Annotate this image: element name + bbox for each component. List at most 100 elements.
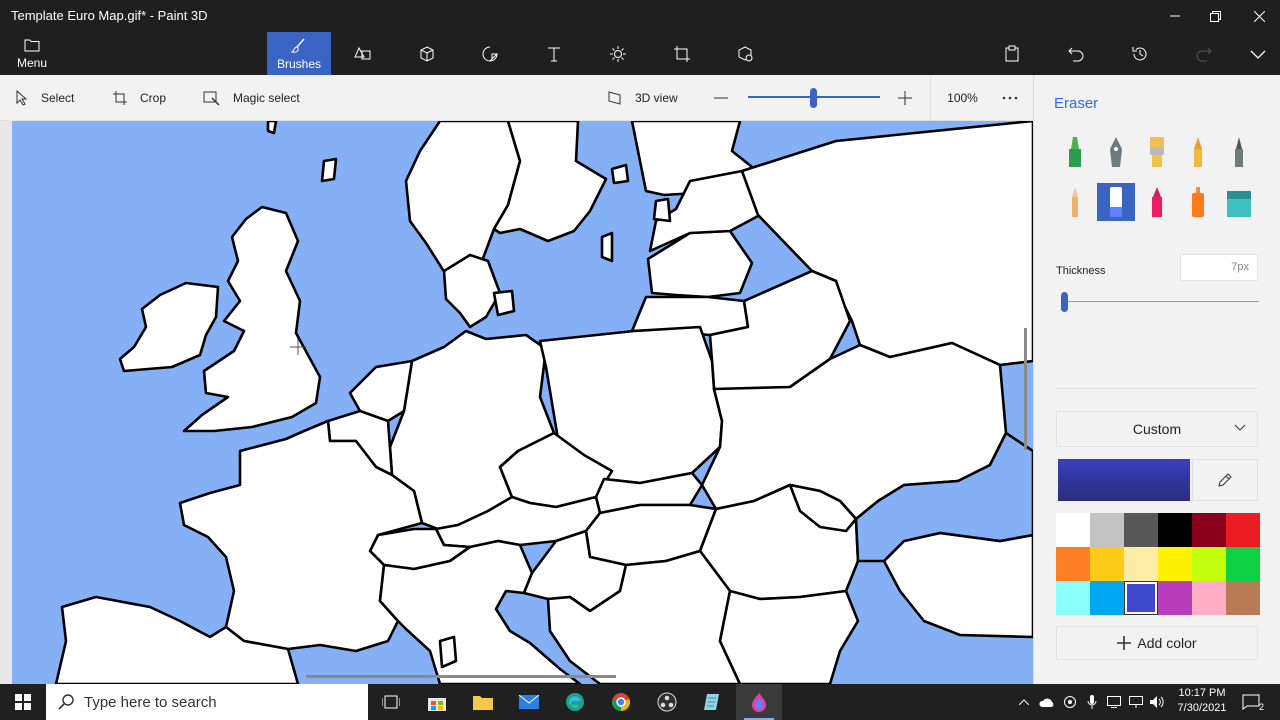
onedrive-tray[interactable] [1036,684,1058,720]
thickness-slider-track[interactable] [1064,301,1259,302]
plus-icon [898,91,912,105]
tool-stickers[interactable] [458,32,522,75]
3d-view-icon [608,91,621,105]
add-color-button[interactable]: Add color [1056,626,1258,660]
color-swatch[interactable] [1158,547,1192,581]
history-icon [1132,46,1147,60]
close-button[interactable] [1236,0,1280,32]
chevron-up-icon [1019,699,1029,705]
pixel-pen-brush[interactable] [1220,133,1258,171]
tool-effects[interactable] [586,32,650,75]
crop-button[interactable]: Crop [112,75,166,121]
taskbar-search[interactable]: Type here to search [46,684,368,720]
tool-2d-shapes[interactable] [331,32,395,75]
vertical-scrollbar[interactable] [1024,328,1027,450]
edge-app[interactable] [552,684,598,720]
magic-select-button[interactable]: Magic select [203,75,300,121]
notepad-app[interactable] [690,684,736,720]
oil-brush[interactable] [1138,133,1176,171]
eyedropper-button[interactable] [1192,459,1258,501]
color-swatch[interactable] [1158,513,1192,547]
tool-3d-library[interactable] [713,32,777,75]
marker-brush[interactable] [1056,133,1094,171]
history-button[interactable] [1108,32,1172,75]
horizontal-scrollbar[interactable] [306,675,616,678]
color-swatch[interactable] [1226,547,1260,581]
color-swatch[interactable] [1124,547,1158,581]
store-app[interactable] [414,684,460,720]
paste-icon [1005,45,1019,61]
color-swatch[interactable] [1158,581,1192,615]
more-options-button[interactable] [1000,75,1020,121]
file-explorer-app[interactable] [460,684,506,720]
color-swatch[interactable] [1056,547,1090,581]
obs-app[interactable] [644,684,690,720]
color-mode-dropdown[interactable]: Custom [1056,411,1258,447]
color-swatch[interactable] [1192,513,1226,547]
color-swatch[interactable] [1226,513,1260,547]
color-swatch[interactable] [1192,581,1226,615]
color-swatch[interactable] [1090,547,1124,581]
menu-button[interactable]: Menu [8,32,56,75]
mail-app[interactable] [506,684,552,720]
restore-button[interactable] [1192,0,1238,32]
watercolor-brush[interactable] [1179,133,1217,171]
spray-can-brush[interactable] [1179,183,1217,221]
chevron-down-icon [1250,50,1266,59]
calligraphy-pen-icon [1110,137,1122,167]
obs-icon [657,692,677,712]
color-swatch[interactable] [1056,581,1090,615]
windows-icon [15,694,31,710]
taskbar-clock[interactable]: 10:17 PM 7/30/2021 [1174,686,1230,716]
task-view-button[interactable] [368,684,414,720]
notifications-button[interactable]: 2 [1236,684,1266,720]
tool-brushes-label: Brushes [276,56,322,71]
color-swatch[interactable] [1226,581,1260,615]
canvas-area[interactable] [0,121,1033,684]
undo-button[interactable] [1044,32,1108,75]
color-swatch[interactable] [1090,513,1124,547]
zoom-in-button[interactable] [898,75,912,121]
crop-icon [113,91,127,105]
title-bar: Template Euro Map.gif* - Paint 3D [0,0,1280,32]
3d-view-button[interactable]: 3D view [607,75,678,121]
paint-3d-app[interactable] [736,684,782,720]
zoom-percent: 100% [947,91,978,105]
display-tray[interactable] [1103,684,1125,720]
network-tray[interactable] [1125,684,1147,720]
select-button[interactable]: Select [15,75,74,121]
notification-icon [1242,694,1260,710]
fill-brush[interactable] [1220,183,1258,221]
zoom-out-button[interactable] [714,75,728,121]
expand-button[interactable] [1226,32,1280,75]
volume-tray[interactable] [1147,684,1169,720]
color-swatch[interactable] [1192,547,1226,581]
calligraphy-pen-brush[interactable] [1097,133,1135,171]
thickness-input[interactable]: 7px [1180,254,1258,281]
europe-map[interactable] [0,121,1033,684]
pencil-brush[interactable] [1056,183,1094,221]
magic-select-icon [203,91,220,106]
crayon-brush[interactable] [1138,183,1176,221]
tool-brushes[interactable]: Brushes [267,32,331,75]
microphone-tray[interactable] [1081,684,1103,720]
paste-button[interactable] [980,32,1044,75]
zoom-value[interactable]: 100% [930,75,994,121]
color-swatch[interactable] [1056,513,1090,547]
webcam-tray[interactable] [1059,684,1081,720]
tool-text[interactable] [522,32,586,75]
color-swatch[interactable] [1124,581,1158,615]
close-icon [1253,10,1265,22]
start-button[interactable] [0,684,46,720]
show-hidden-icons-button[interactable] [1014,684,1034,720]
tool-3d-shapes[interactable] [395,32,459,75]
color-swatch[interactable] [1090,581,1124,615]
color-swatch[interactable] [1124,513,1158,547]
zoom-slider-thumb[interactable] [810,88,817,108]
current-color-swatch[interactable] [1058,459,1190,501]
chrome-app[interactable] [598,684,644,720]
tool-canvas[interactable] [650,32,714,75]
watercolor-icon [1194,137,1202,167]
eraser-brush[interactable] [1097,183,1135,221]
thickness-slider-thumb[interactable] [1061,292,1068,312]
